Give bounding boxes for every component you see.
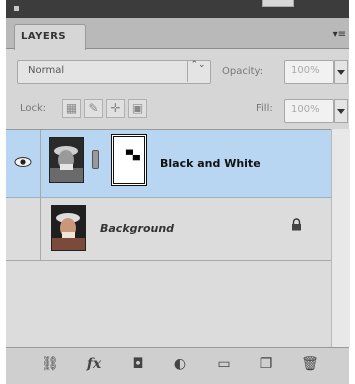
fill-field[interactable]: 100% xyxy=(284,99,334,123)
lock-transparent-pixels-icon[interactable]: ▦ xyxy=(62,99,81,118)
lock-all-icon[interactable]: ▣ xyxy=(128,99,147,118)
panel-menu-icon[interactable]: ▾≡ xyxy=(333,29,346,40)
new-layer-icon[interactable]: ❐ xyxy=(256,355,276,373)
lock-image-pixels-icon[interactable]: ✎ xyxy=(84,99,103,118)
lock-icon xyxy=(292,218,301,231)
layer-name[interactable]: Black and White xyxy=(160,157,261,170)
panel-title-bar[interactable] xyxy=(6,0,349,18)
adjustment-mask-thumbnail[interactable]: ▀▄ xyxy=(111,134,147,186)
top-scroll-stub xyxy=(262,0,294,7)
link-layers-icon[interactable]: ⛓ xyxy=(40,355,60,373)
portrait-bw-thumbnail-icon xyxy=(50,138,83,182)
add-mask-icon[interactable]: ◘ xyxy=(128,355,148,373)
fill-dropdown-button[interactable] xyxy=(334,99,348,123)
collapse-dot-icon[interactable] xyxy=(14,6,19,11)
black-white-adjustment-icon: ▀▄ xyxy=(126,151,140,161)
delete-layer-icon[interactable]: 🗑 xyxy=(300,355,320,373)
layer-thumbnail[interactable] xyxy=(49,137,84,183)
opacity-dropdown-button[interactable] xyxy=(334,60,348,84)
opacity-field[interactable]: 100% xyxy=(284,60,334,84)
lock-label: Lock: xyxy=(20,103,47,114)
visibility-toggle[interactable] xyxy=(6,198,41,260)
blend-mode-arrows-icon[interactable]: ⌃⌄ xyxy=(187,60,208,82)
adjustment-layer-icon[interactable]: ◐ xyxy=(170,355,190,373)
layer-thumbnail[interactable] xyxy=(51,205,86,251)
layer-name[interactable]: Background xyxy=(100,222,174,235)
blend-mode-value: Normal xyxy=(28,65,65,76)
fill-value: 100% xyxy=(291,104,320,115)
layers-scrollbar[interactable] xyxy=(331,129,350,347)
opacity-value: 100% xyxy=(291,65,320,76)
portrait-color-thumbnail-icon xyxy=(52,206,85,250)
blend-mode-select[interactable]: Normal xyxy=(17,60,211,84)
opacity-label: Opacity: xyxy=(222,66,264,77)
lock-position-icon[interactable]: ✛ xyxy=(106,99,125,118)
layer-style-fx-icon[interactable]: fx xyxy=(84,355,104,373)
new-group-icon[interactable]: ▭ xyxy=(214,355,234,373)
tab-layers-label: LAYERS xyxy=(21,31,67,42)
mask-link-icon[interactable] xyxy=(92,150,99,169)
tab-layers[interactable]: LAYERS xyxy=(14,24,86,50)
fill-label: Fill: xyxy=(256,103,273,114)
eye-icon[interactable] xyxy=(14,157,32,167)
